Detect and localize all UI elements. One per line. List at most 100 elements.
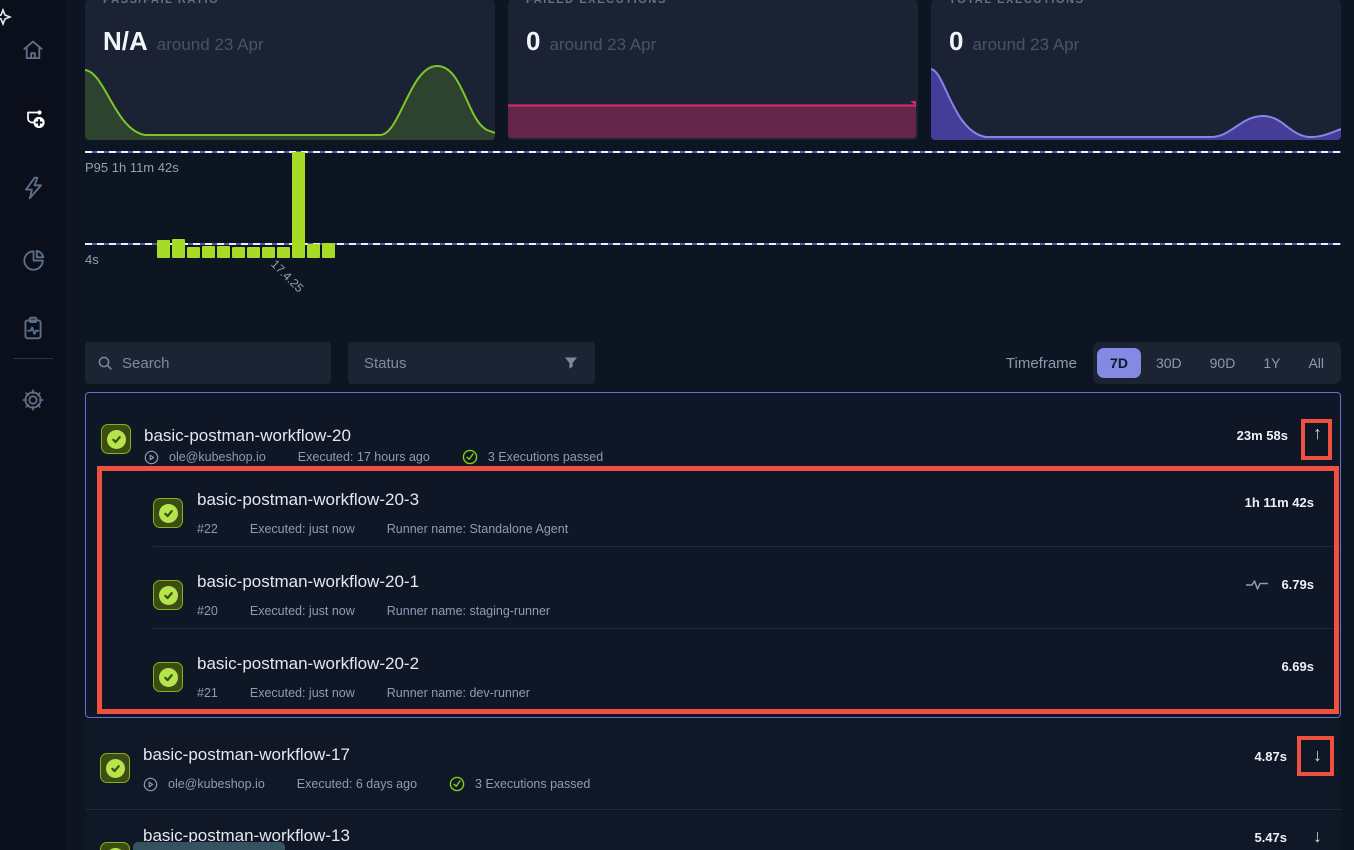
- filter-funnel-icon: [563, 355, 579, 371]
- search-icon: [97, 355, 113, 371]
- duration-bar[interactable]: [187, 247, 200, 258]
- expand-arrow-icon[interactable]: ↓: [1313, 827, 1322, 845]
- row-divider: [153, 628, 1340, 629]
- execution-duration: 1h 11m 42s: [1245, 495, 1314, 510]
- duration-chart: P95 1h 11m 42s 4s 17.4.25: [85, 145, 1341, 305]
- check-circle-icon: [462, 449, 478, 465]
- card-value: N/A: [103, 26, 148, 57]
- execution-title[interactable]: basic-postman-workflow-20-3: [197, 490, 419, 510]
- expand-arrow-icon[interactable]: ↓: [1313, 746, 1322, 764]
- card-total-executions: TOTAL EXECUTIONS 0 around 23 Apr: [931, 0, 1341, 140]
- execution-number: #22: [197, 522, 218, 536]
- duration-bar[interactable]: [277, 247, 290, 258]
- duration-bar[interactable]: [232, 247, 245, 258]
- play-circle-icon: [143, 777, 158, 792]
- card-subtitle: around 23 Apr: [972, 35, 1079, 55]
- workflow-user: ole@kubeshop.io: [169, 450, 266, 464]
- status-passed-icon: [153, 498, 183, 528]
- card-subtitle: around 23 Apr: [157, 35, 264, 55]
- timeframe-options: 7D30D90D1YAll: [1093, 342, 1341, 384]
- sparkline-pass-fail: [85, 62, 495, 140]
- bottom-peek-element: [133, 842, 285, 850]
- duration-bar[interactable]: [292, 152, 305, 258]
- check-circle-icon: [449, 776, 465, 792]
- workflow-row-17[interactable]: basic-postman-workflow-17 ole@kubeshop.i…: [85, 719, 1341, 810]
- duration-bar[interactable]: [217, 246, 230, 258]
- timeframe-option-all[interactable]: All: [1295, 348, 1337, 378]
- metric-cards: PASS/FAIL RATIO N/A around 23 Apr FAILED…: [85, 0, 1341, 140]
- execution-runner: Runner name: Standalone Agent: [387, 522, 568, 536]
- execution-runner: Runner name: dev-runner: [387, 686, 530, 700]
- sidebar-item-health[interactable]: [19, 314, 47, 342]
- collapse-arrow-icon[interactable]: ↑: [1313, 424, 1322, 442]
- duration-bars[interactable]: [85, 145, 1341, 258]
- card-pass-fail-ratio: PASS/FAIL RATIO N/A around 23 Apr: [85, 0, 495, 140]
- sparkline-failed: [508, 62, 918, 140]
- workflow-card-20[interactable]: basic-postman-workflow-20 ole@kubeshop.i…: [85, 392, 1341, 718]
- duration-bar[interactable]: [307, 244, 320, 258]
- sparkline-total: [931, 62, 1341, 140]
- workflow-duration: 23m 58s: [1237, 428, 1288, 443]
- card-title: TOTAL EXECUTIONS: [949, 0, 1085, 6]
- workflow-passed: 3 Executions passed: [475, 777, 590, 791]
- card-title: PASS/FAIL RATIO: [103, 0, 219, 6]
- card-title: FAILED EXECUTIONS: [526, 0, 667, 6]
- workflow-user: ole@kubeshop.io: [168, 777, 265, 791]
- sidebar-item-triggers[interactable]: [19, 174, 47, 202]
- status-select-label: Status: [364, 355, 407, 372]
- execution-executed: Executed: just now: [250, 522, 355, 536]
- sidebar-item-home[interactable]: [19, 36, 47, 64]
- card-value: 0: [526, 26, 540, 57]
- execution-executed: Executed: just now: [250, 686, 355, 700]
- card-value: 0: [949, 26, 963, 57]
- duration-bar[interactable]: [157, 240, 170, 258]
- timeframe-option-7d[interactable]: 7D: [1097, 348, 1141, 378]
- duration-bar[interactable]: [322, 243, 335, 258]
- sidebar-item-insights[interactable]: [19, 246, 47, 274]
- sidebar-divider: [13, 358, 53, 359]
- duration-bar[interactable]: [202, 246, 215, 258]
- timeframe-option-30d[interactable]: 30D: [1143, 348, 1195, 378]
- execution-duration: 6.79s: [1246, 577, 1314, 594]
- card-subtitle: around 23 Apr: [549, 35, 656, 55]
- timeframe-control: Timeframe 7D30D90D1YAll: [1006, 342, 1341, 384]
- execution-title[interactable]: basic-postman-workflow-20-2: [197, 654, 419, 674]
- search-input[interactable]: [122, 355, 319, 372]
- corner-glyph-icon: [0, 8, 12, 26]
- timeframe-option-90d[interactable]: 90D: [1197, 348, 1249, 378]
- sidebar-item-settings[interactable]: [19, 386, 47, 414]
- status-passed-icon: [153, 580, 183, 610]
- workflow-title[interactable]: basic-postman-workflow-17: [143, 745, 350, 765]
- execution-executed: Executed: just now: [250, 604, 355, 618]
- workflow-duration: 5.47s: [1254, 830, 1287, 845]
- workflow-duration: 4.87s: [1254, 749, 1287, 764]
- status-passed-icon: [101, 424, 131, 454]
- execution-title[interactable]: basic-postman-workflow-20-1: [197, 572, 419, 592]
- status-passed-icon: [153, 662, 183, 692]
- timeframe-label: Timeframe: [1006, 355, 1077, 372]
- duration-bar[interactable]: [172, 239, 185, 258]
- status-passed-icon: [100, 753, 130, 783]
- workflow-passed: 3 Executions passed: [488, 450, 603, 464]
- sidebar-item-workflows[interactable]: [19, 104, 47, 132]
- pulse-icon: [1246, 579, 1268, 594]
- workflow-executed: Executed: 17 hours ago: [298, 450, 430, 464]
- execution-runner: Runner name: staging-runner: [387, 604, 550, 618]
- row-divider: [153, 546, 1340, 547]
- timeframe-option-1y[interactable]: 1Y: [1250, 348, 1293, 378]
- status-passed-icon: [100, 842, 130, 850]
- workflow-executed: Executed: 6 days ago: [297, 777, 417, 791]
- duration-bar[interactable]: [247, 247, 260, 258]
- workflow-title[interactable]: basic-postman-workflow-20: [144, 426, 351, 446]
- status-select[interactable]: Status: [348, 342, 595, 384]
- card-failed-executions: FAILED EXECUTIONS 0 around 23 Apr: [508, 0, 918, 140]
- execution-number: #21: [197, 686, 218, 700]
- execution-number: #20: [197, 604, 218, 618]
- filter-bar: Status Timeframe 7D30D90D1YAll: [85, 342, 1341, 384]
- x-axis-tick: 17.4.25: [268, 257, 306, 295]
- play-circle-icon: [144, 450, 159, 465]
- sidebar: [0, 0, 66, 850]
- search-box[interactable]: [85, 342, 331, 384]
- duration-bar[interactable]: [262, 247, 275, 258]
- execution-duration: 6.69s: [1281, 659, 1314, 674]
